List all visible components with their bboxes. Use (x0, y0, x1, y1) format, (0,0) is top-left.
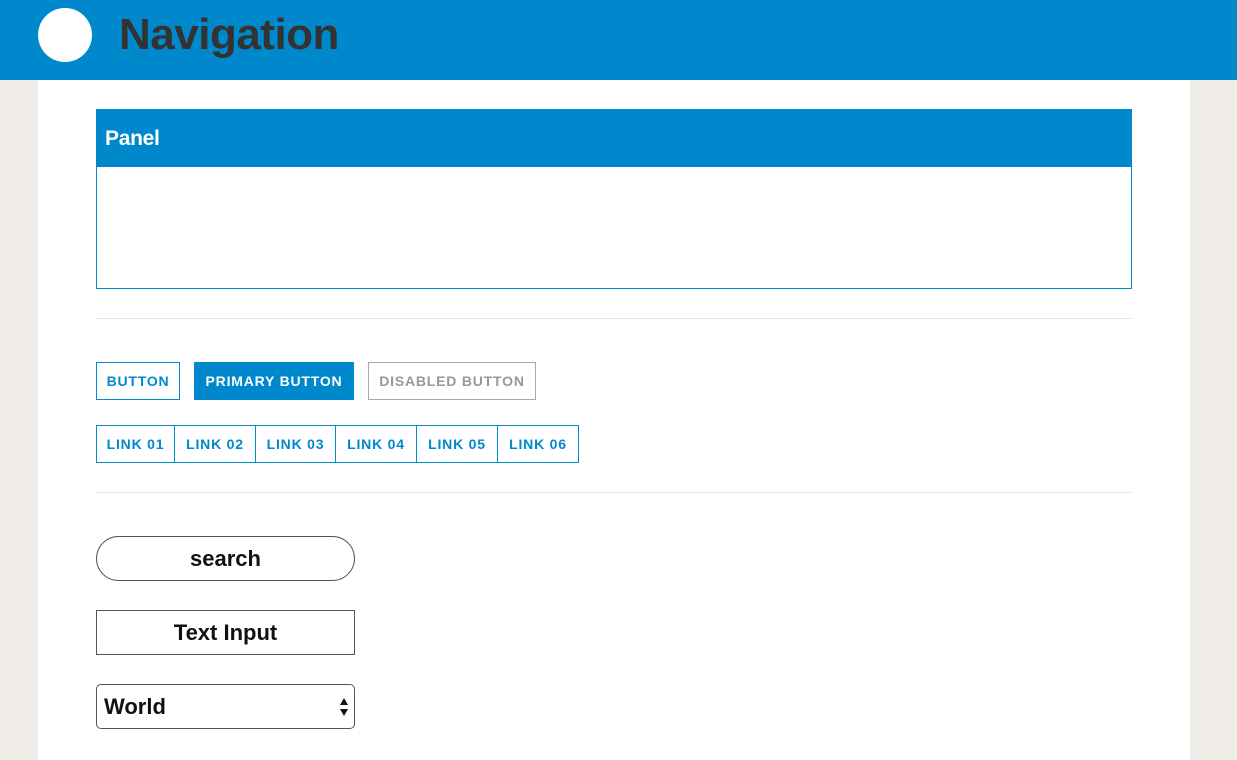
divider (96, 318, 1132, 319)
select-arrows-icon (340, 698, 348, 716)
main-content: Panel BUTTON PRIMARY BUTTON DISABLED BUT… (38, 80, 1190, 760)
link-02[interactable]: LINK 02 (175, 426, 256, 462)
search-input[interactable] (96, 536, 355, 581)
page-title: Navigation (119, 10, 339, 59)
panel: Panel (96, 109, 1132, 289)
link-06[interactable]: LINK 06 (498, 426, 578, 462)
circle-logo-icon[interactable] (38, 8, 92, 62)
disabled-button: DISABLED BUTTON (368, 362, 536, 400)
world-select[interactable]: World (96, 684, 355, 729)
select-value: World (104, 694, 166, 719)
button[interactable]: BUTTON (96, 362, 180, 400)
top-navigation-bar: Navigation (0, 0, 1237, 80)
link-05[interactable]: LINK 05 (417, 426, 498, 462)
panel-header: Panel (97, 110, 1131, 167)
link-group: LINK 01 LINK 02 LINK 03 LINK 04 LINK 05 … (96, 425, 579, 463)
link-04[interactable]: LINK 04 (336, 426, 417, 462)
link-01[interactable]: LINK 01 (97, 426, 175, 462)
text-input[interactable] (96, 610, 355, 655)
link-03[interactable]: LINK 03 (256, 426, 336, 462)
divider (96, 492, 1132, 493)
primary-button[interactable]: PRIMARY BUTTON (194, 362, 354, 400)
